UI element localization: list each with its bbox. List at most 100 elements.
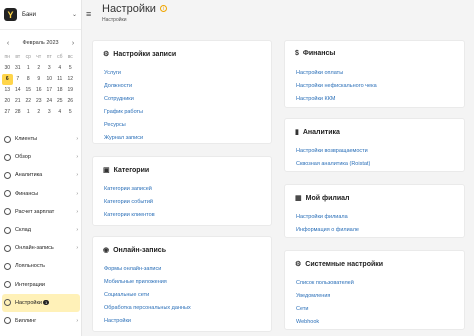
calendar-day[interactable]: 22 [23,96,34,107]
settings-link[interactable]: Webhook [296,316,354,329]
settings-link[interactable]: Настройки ККМ [296,93,377,106]
calendar-day[interactable]: 1 [23,63,34,74]
settings-link[interactable]: Настройки нефискального чека [296,80,377,93]
settings-link[interactable]: Сквозная аналитика (Roistat) [296,158,370,171]
card-title: ▮ Аналитика [295,128,340,136]
calendar-day[interactable]: 5 [65,107,76,118]
calendar-day[interactable]: 6 [2,74,13,85]
calendar-day[interactable]: 16 [34,85,45,96]
calendar-day[interactable]: 1 [23,107,34,118]
settings-link[interactable]: График работы [104,106,143,119]
calendar-month: Февраль 2023 [22,40,59,46]
calendar-day[interactable]: 25 [55,96,66,107]
settings-link[interactable]: Мобильные приложения [104,276,191,289]
calendar-day[interactable]: 23 [34,96,45,107]
menu-item[interactable]: Интеграции [0,276,81,294]
settings-link[interactable]: Уведомления [296,290,354,303]
calendar-day[interactable]: 26 [65,96,76,107]
calendar-day[interactable]: 28 [13,107,24,118]
calendar-day[interactable]: 30 [2,63,13,74]
breadcrumb[interactable]: Настройки [102,17,127,23]
chevron-right-icon: › [76,190,78,197]
chevron-left-icon[interactable]: ‹ [4,40,12,47]
calendar-day[interactable]: 20 [2,96,13,107]
chevron-down-icon[interactable]: ⌄ [72,11,77,18]
menu-item[interactable]: Расчет зарплат › [0,203,81,221]
settings-link[interactable]: Категории событий [104,196,155,209]
settings-link[interactable]: Настройки возвращаемости [296,145,370,158]
chart-icon [4,171,11,179]
calendar-day[interactable]: 21 [13,96,24,107]
settings-link[interactable]: Ресурсы [104,119,143,132]
menu-item[interactable]: Настройки 1 [2,293,80,312]
settings-link[interactable]: Сети [296,303,354,316]
calendar-day[interactable]: 19 [65,85,76,96]
calendar-day[interactable]: 4 [55,63,66,74]
card-title: ⚙ Системные настройки [295,260,383,268]
calendar-day[interactable]: 31 [13,63,24,74]
box-icon [4,226,11,234]
calendar-day[interactable]: 8 [23,74,34,85]
calendar-day[interactable]: 14 [13,85,24,96]
settings-link[interactable]: Настройки филиала [296,211,359,224]
settings-link[interactable]: Журнал записи [104,132,143,145]
settings-link[interactable]: Настройки оплаты [296,67,377,80]
chevron-right-icon[interactable]: › [69,40,77,47]
calendar-day[interactable]: 2 [34,63,45,74]
wallet-icon [4,208,11,216]
menu-item[interactable]: Биллинг › [0,312,81,330]
calendar-day[interactable]: 15 [23,85,34,96]
calendar-day[interactable]: 11 [55,74,66,85]
notification-badge: 1 [42,299,50,305]
settings-link[interactable]: Услуги [104,67,143,80]
tag-icon: ▣ [103,167,110,174]
calendar-day[interactable]: 12 [65,74,76,85]
calendar-day[interactable]: 13 [2,85,13,96]
calendar-day[interactable]: 4 [55,107,66,118]
calendar-day[interactable]: 2 [34,107,45,118]
calendar-day[interactable]: 10 [44,74,55,85]
settings-link[interactable]: Социальные сети [104,289,191,302]
card-system: ⚙ Системные настройки Список пользователей… [284,250,465,330]
calendar-day[interactable]: 18 [55,85,66,96]
settings-link[interactable]: Категории записей [104,183,155,196]
branch-name: Бани [22,11,36,18]
menu-item-label: Интеграции [15,281,45,288]
card-links: Настройки оплаты Настройки нефискального … [296,67,377,106]
menu-item[interactable]: Обзор › [0,148,81,166]
page-title: Настройки i [102,3,167,15]
gear-icon: ⚙ [103,51,110,58]
menu-item[interactable]: Склад › [0,221,81,239]
menu-item[interactable]: Клиенты › [0,130,81,148]
menu-item[interactable]: Лояльность [0,257,81,275]
settings-link[interactable]: Настройки [104,315,191,328]
calendar-day[interactable]: 17 [44,85,55,96]
settings-link[interactable]: Формы онлайн-записи [104,263,191,276]
calendar-day[interactable]: 3 [44,107,55,118]
globe-icon: ◉ [103,247,110,254]
calendar-day[interactable]: 27 [2,107,13,118]
card-title: $ Финансы [295,50,335,57]
card-links: Формы онлайн-записи Мобильные приложения С… [104,263,191,328]
calendar-day[interactable]: 7 [13,74,24,85]
page-header: ≡ Настройки i Настройки [82,0,474,30]
settings-link[interactable]: Сотрудники [104,93,143,106]
settings-link[interactable]: Обработка персональных данных [104,302,191,315]
calendar-weekday: вс [67,54,73,60]
settings-link[interactable]: Категории клиентов [104,209,155,222]
card-title-text: Финансы [302,50,336,57]
menu-item[interactable]: Онлайн-запись › [0,239,81,257]
calendar-day[interactable]: 5 [65,63,76,74]
calendar-day[interactable]: 9 [34,74,45,85]
menu-item[interactable]: Финансы › [0,185,81,203]
settings-link[interactable]: Должности [104,80,143,93]
settings-link[interactable]: Информация о филиале [296,224,359,237]
settings-link[interactable]: Список пользователей [296,277,354,290]
chevron-right-icon: › [76,136,78,143]
calendar-day[interactable]: 3 [44,63,55,74]
hamburger-icon[interactable]: ≡ [86,9,91,19]
calendar-day[interactable]: 24 [44,96,55,107]
branch-switcher[interactable]: Y Бани ⌄ [0,0,81,30]
info-icon[interactable]: i [159,5,167,12]
menu-item[interactable]: Аналитика › [0,166,81,184]
